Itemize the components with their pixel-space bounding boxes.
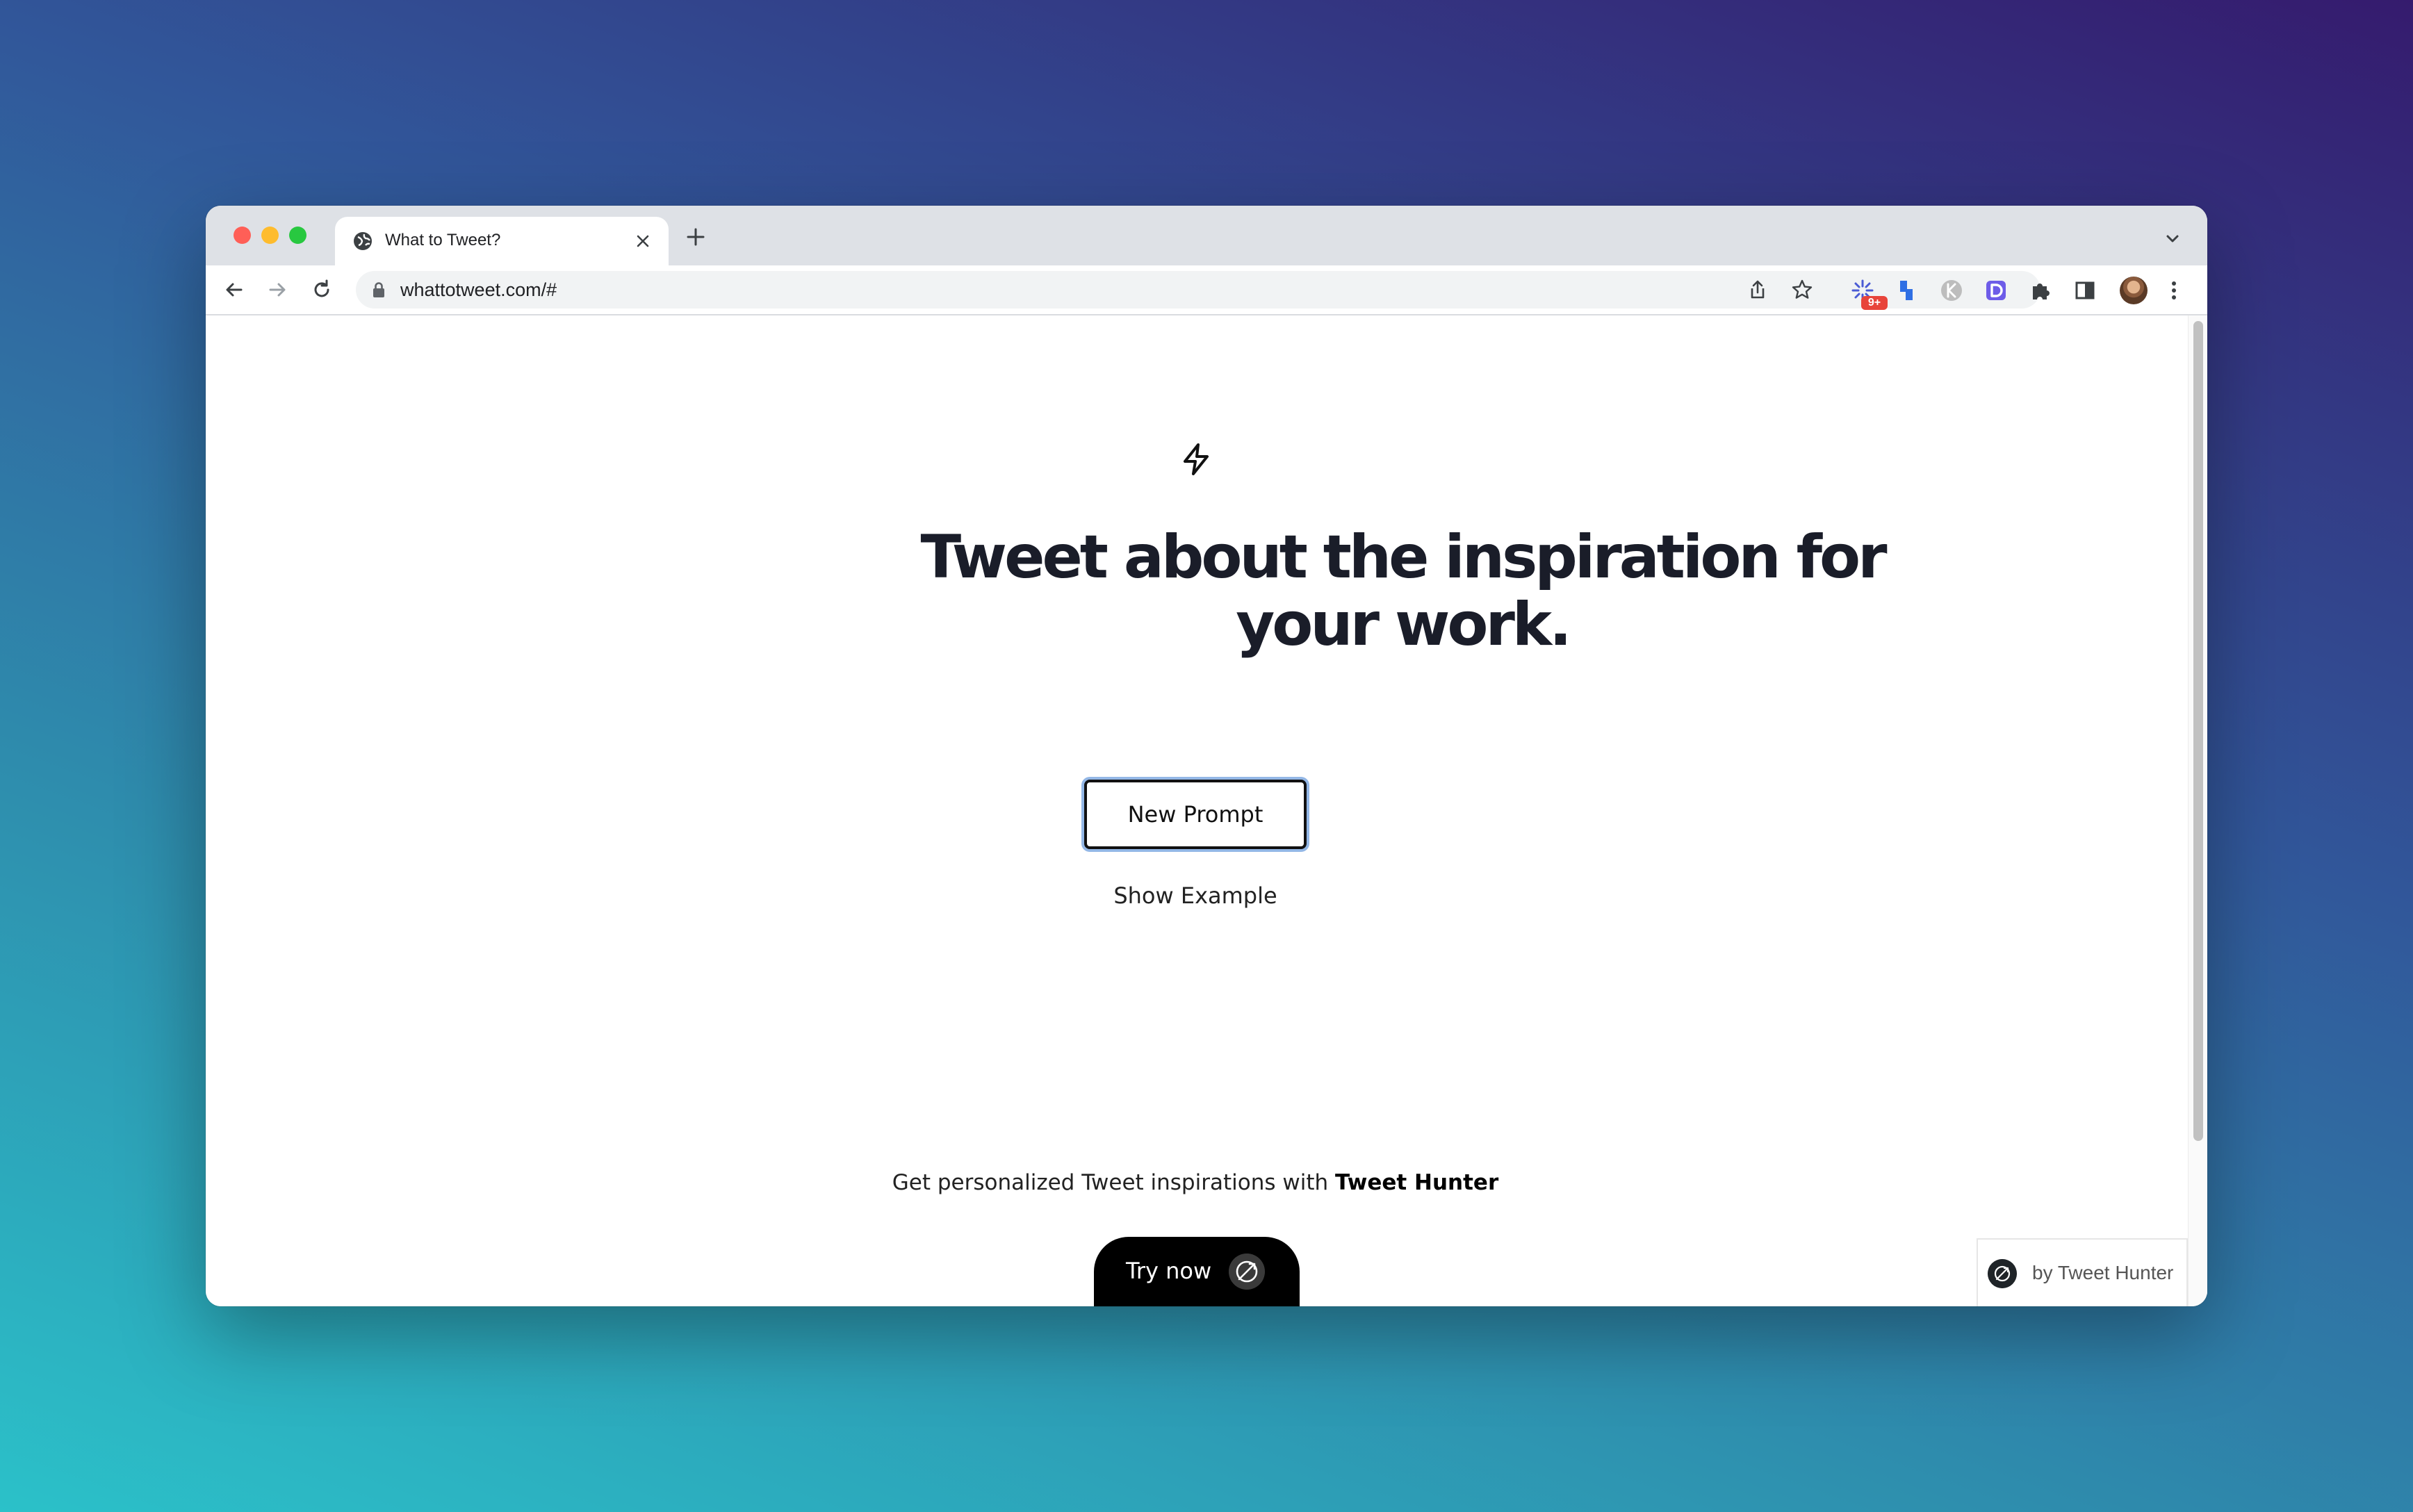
bookmark-star-icon[interactable] (1790, 278, 1814, 302)
reload-icon[interactable] (310, 278, 334, 302)
show-example-link[interactable]: Show Example (970, 882, 1421, 909)
chevron-down-icon[interactable] (2163, 229, 2182, 249)
back-arrow-icon[interactable] (222, 278, 246, 302)
extension-k-icon[interactable] (1939, 278, 1964, 303)
extension-badge: 9+ (1861, 296, 1888, 310)
profile-avatar[interactable] (2120, 277, 2148, 304)
target-arrow-icon (1229, 1254, 1265, 1290)
close-tab-icon[interactable] (632, 231, 653, 252)
page-content: Tweet about the inspiration for your wor… (206, 315, 2207, 1306)
browser-tab[interactable]: What to Tweet? (335, 217, 669, 265)
lightning-bolt-icon (1184, 443, 1209, 475)
maximize-window-button[interactable] (289, 227, 306, 244)
scrollbar-thumb[interactable] (2193, 321, 2203, 1141)
extension-d-icon[interactable] (1983, 278, 2009, 303)
close-window-button[interactable] (234, 227, 251, 244)
tab-strip: What to Tweet? (206, 206, 2207, 265)
promo-text: Get personalized Tweet inspirations with… (762, 1170, 1629, 1195)
url-text[interactable]: whattotweet.com/# (400, 279, 557, 301)
puzzle-piece-icon[interactable] (2028, 278, 2053, 303)
browser-toolbar: whattotweet.com/# 9+ (206, 265, 2207, 315)
new-tab-icon[interactable] (684, 225, 707, 249)
promo-brand-link[interactable]: Tweet Hunter (1335, 1170, 1498, 1195)
promo-lead-text: Get personalized Tweet inspirations with (892, 1170, 1335, 1195)
address-bar[interactable]: whattotweet.com/# (356, 271, 2040, 309)
browser-window: What to Tweet? whattotweet.com/# 9+ Twee… (206, 206, 2207, 1306)
share-icon[interactable] (1746, 278, 1769, 302)
side-panel-icon[interactable] (2072, 278, 2097, 303)
lock-icon[interactable] (371, 281, 386, 299)
page-headline: Tweet about the inspiration for your wor… (920, 523, 1887, 659)
globe-icon (354, 232, 372, 250)
kebab-menu-icon[interactable] (2161, 278, 2186, 303)
extension-blue-blocks-icon[interactable] (1895, 278, 1920, 303)
tweet-hunter-attribution[interactable]: by Tweet Hunter (1977, 1238, 2188, 1306)
attribution-label: by Tweet Hunter (2032, 1262, 2174, 1283)
try-now-button[interactable]: Try now (1094, 1237, 1300, 1306)
tweet-hunter-logo-icon (1988, 1259, 2017, 1288)
new-prompt-button[interactable]: New Prompt (1084, 780, 1307, 849)
minimize-window-button[interactable] (261, 227, 279, 244)
try-now-label: Try now (1126, 1258, 1212, 1284)
forward-arrow-icon[interactable] (265, 278, 289, 302)
tab-title: What to Tweet? (385, 231, 501, 249)
